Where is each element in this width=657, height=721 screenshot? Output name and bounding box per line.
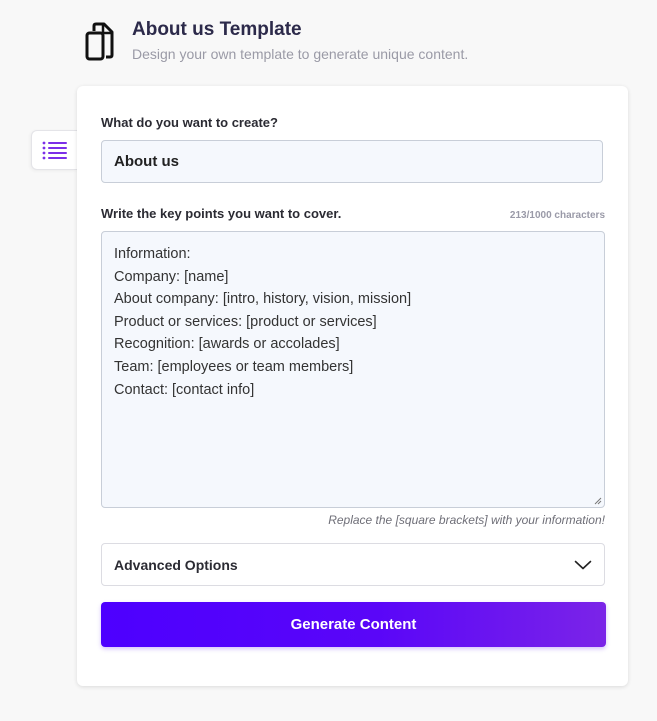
resize-handle-icon[interactable]: [594, 497, 602, 505]
generate-content-button[interactable]: Generate Content: [101, 602, 606, 647]
page-title: About us Template: [132, 19, 302, 40]
list-icon: [42, 141, 67, 160]
chevron-down-icon: [574, 560, 592, 569]
keypoints-line: Product or services: [product or service…: [114, 313, 377, 330]
bracket-hint: Replace the [square brackets] with your …: [328, 513, 605, 527]
copy-documents-icon: [85, 22, 114, 61]
advanced-options-label: Advanced Options: [114, 556, 238, 573]
page-header: About us Template Design your own templa…: [84, 18, 468, 62]
sidebar-toggle-tab[interactable]: [31, 130, 77, 170]
keypoints-label: Write the key points you want to cover.: [101, 206, 342, 221]
keypoints-line: Contact: [contact info]: [114, 381, 255, 398]
page-subtitle: Design your own template to generate uni…: [132, 46, 469, 62]
keypoints-line: Company: [name]: [114, 268, 229, 285]
keypoints-textarea[interactable]: Information: Company: [name] About compa…: [101, 231, 605, 508]
advanced-options-toggle[interactable]: Advanced Options: [101, 543, 605, 586]
template-form-card: What do you want to create? About us Wri…: [77, 86, 628, 686]
keypoints-line: About company: [intro, history, vision, …: [114, 291, 412, 308]
character-counter: 213/1000 characters: [509, 210, 605, 221]
keypoints-line: Recognition: [awards or accolades]: [114, 336, 340, 353]
keypoints-line: Information:: [114, 246, 191, 262]
create-label: What do you want to create?: [101, 115, 278, 130]
keypoints-line: Team: [employees or team members]: [114, 358, 354, 375]
create-input[interactable]: About us: [101, 140, 603, 183]
